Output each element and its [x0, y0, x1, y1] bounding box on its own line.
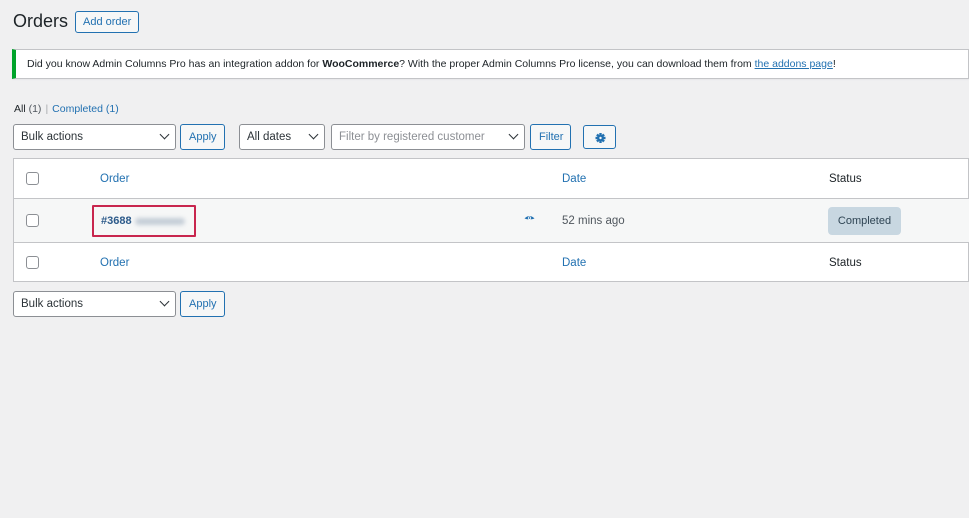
page-title: Orders	[13, 11, 69, 31]
bulk-actions-bottom-value: Bulk actions	[21, 298, 84, 310]
column-settings-button[interactable]	[583, 125, 616, 149]
view-all-count: (1)	[28, 103, 42, 115]
notice-strong: WooCommerce	[322, 58, 400, 70]
bulk-actions-value: Bulk actions	[21, 131, 84, 143]
row-checkbox[interactable]	[26, 214, 39, 227]
date-column-header[interactable]: Date	[562, 173, 586, 185]
notice-text-before: Did you know Admin Columns Pro has an in…	[27, 58, 323, 70]
bulk-actions-select-bottom[interactable]: Bulk actions	[13, 291, 176, 317]
orders-table: Order Date Status #3688 52 mins ago Comp…	[13, 158, 969, 282]
customer-filter-placeholder: Filter by registered customer	[339, 131, 485, 143]
add-order-button[interactable]: Add order	[75, 11, 140, 33]
dates-select[interactable]: All dates	[239, 124, 325, 150]
table-footer-row: Order Date Status	[14, 243, 969, 281]
chevron-down-icon	[159, 129, 170, 140]
filter-button[interactable]: Filter	[530, 124, 571, 150]
view-all[interactable]: All (1)	[14, 103, 41, 115]
select-all-checkbox-footer[interactable]	[26, 256, 39, 269]
notice-text-middle: ? With the proper Admin Columns Pro lice…	[399, 58, 755, 70]
bulk-actions-select[interactable]: Bulk actions	[13, 124, 176, 150]
table-header-row: Order Date Status	[14, 159, 969, 199]
apply-button[interactable]: Apply	[180, 124, 225, 150]
view-all-label: All	[14, 103, 26, 115]
chevron-down-icon	[308, 129, 319, 140]
view-separator: |	[45, 103, 49, 115]
date-column-footer[interactable]: Date	[562, 257, 586, 269]
order-number[interactable]: #3688	[101, 215, 132, 227]
status-badge: Completed	[828, 207, 901, 235]
chevron-down-icon	[508, 129, 519, 140]
order-column-header[interactable]: Order	[100, 173, 129, 185]
view-completed-count: (1)	[105, 103, 119, 115]
status-views: All (1) | Completed (1)	[14, 103, 119, 115]
addons-page-link[interactable]: the addons page	[755, 58, 833, 70]
chevron-down-icon	[159, 296, 170, 307]
eye-icon[interactable]	[524, 214, 535, 223]
view-completed-label: Completed	[52, 103, 103, 115]
admin-notice: Did you know Admin Columns Pro has an in…	[12, 49, 969, 79]
notice-text-after: !	[832, 58, 836, 70]
blurred-customer-name	[135, 218, 185, 225]
order-link-highlight[interactable]: #3688	[92, 205, 196, 237]
order-column-footer[interactable]: Order	[100, 257, 129, 269]
dates-value: All dates	[247, 131, 292, 143]
apply-button-bottom[interactable]: Apply	[180, 291, 225, 317]
order-date: 52 mins ago	[562, 215, 625, 227]
table-row: #3688 52 mins ago Completed	[14, 199, 969, 243]
status-column-header: Status	[829, 173, 862, 185]
gear-icon	[595, 133, 606, 143]
status-column-footer: Status	[829, 257, 862, 269]
select-all-checkbox[interactable]	[26, 172, 39, 185]
view-completed[interactable]: Completed (1)	[52, 103, 119, 115]
customer-filter-select[interactable]: Filter by registered customer	[331, 124, 525, 150]
